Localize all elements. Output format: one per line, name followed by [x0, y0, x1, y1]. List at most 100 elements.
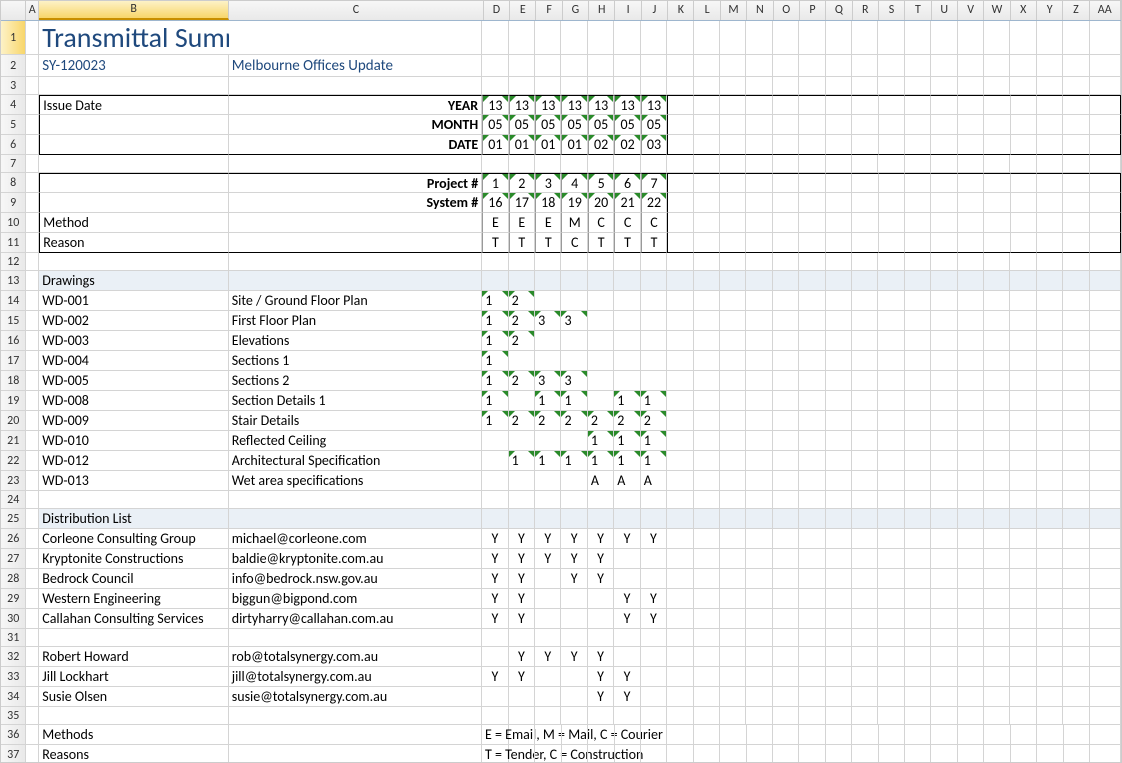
- row-header-6[interactable]: 6: [1, 135, 26, 155]
- row-header-16[interactable]: 16: [1, 331, 26, 351]
- staff-name[interactable]: Susie Olsen: [39, 687, 228, 707]
- drawing-desc[interactable]: First Floor Plan: [229, 311, 483, 331]
- row-header-27[interactable]: 27: [1, 549, 26, 569]
- row-header-29[interactable]: 29: [1, 589, 26, 609]
- row-header-28[interactable]: 28: [1, 569, 26, 589]
- col-header-L[interactable]: L: [694, 1, 720, 20]
- col-header-I[interactable]: I: [615, 1, 641, 20]
- row-header-22[interactable]: 22: [1, 451, 26, 471]
- drawing-desc[interactable]: Sections 2: [229, 371, 483, 391]
- row-header-12[interactable]: 12: [1, 253, 26, 271]
- dist-email[interactable]: info@bedrock.nsw.gov.au: [229, 569, 483, 589]
- row-header-8[interactable]: 8: [1, 173, 26, 193]
- drawing-desc[interactable]: Architectural Specification: [229, 451, 483, 471]
- spreadsheet[interactable]: A B C D E F G H I J K L M N O P Q R S T …: [0, 0, 1122, 763]
- col-header-D[interactable]: D: [484, 1, 510, 20]
- row-header-25[interactable]: 25: [1, 509, 26, 529]
- drawing-code[interactable]: WD-003: [39, 331, 228, 351]
- dist-name[interactable]: Kryptonite Constructions: [39, 549, 228, 569]
- row-header-24[interactable]: 24: [1, 491, 26, 509]
- col-header-V[interactable]: V: [958, 1, 984, 20]
- row-header-36[interactable]: 36: [1, 725, 26, 745]
- staff-email[interactable]: susie@totalsynergy.com.au: [229, 687, 483, 707]
- dist-name[interactable]: Callahan Consulting Services: [39, 609, 228, 629]
- drawing-desc[interactable]: Elevations: [229, 331, 483, 351]
- dist-email[interactable]: dirtyharry@callahan.com.au: [229, 609, 483, 629]
- row-header-1[interactable]: 1: [1, 21, 26, 55]
- grid-body[interactable]: 1Transmittal Summary2SY-120023Melbourne …: [1, 21, 1121, 763]
- drawing-code[interactable]: WD-005: [39, 371, 228, 391]
- col-header-AA[interactable]: AA: [1090, 1, 1121, 20]
- col-header-M[interactable]: M: [721, 1, 747, 20]
- staff-email[interactable]: rob@totalsynergy.com.au: [229, 647, 483, 667]
- col-header-X[interactable]: X: [1011, 1, 1037, 20]
- drawing-desc[interactable]: Wet area specifications: [229, 471, 483, 491]
- row-header-5[interactable]: 5: [1, 115, 26, 135]
- col-header-K[interactable]: K: [668, 1, 694, 20]
- col-header-H[interactable]: H: [589, 1, 615, 20]
- row-header-7[interactable]: 7: [1, 155, 26, 173]
- drawing-code[interactable]: WD-009: [39, 411, 228, 431]
- drawing-code[interactable]: WD-002: [39, 311, 228, 331]
- row-header-31[interactable]: 31: [1, 629, 26, 647]
- dist-email[interactable]: baldie@kryptonite.com.au: [229, 549, 483, 569]
- row-header-32[interactable]: 32: [1, 647, 26, 667]
- staff-name[interactable]: Robert Howard: [39, 647, 228, 667]
- dist-name[interactable]: Western Engineering: [39, 589, 228, 609]
- col-header-F[interactable]: F: [536, 1, 562, 20]
- drawing-desc[interactable]: Reflected Ceiling: [229, 431, 483, 451]
- row-header-37[interactable]: 37: [1, 745, 26, 763]
- row-header-4[interactable]: 4: [1, 95, 26, 115]
- drawing-desc[interactable]: Sections 1: [229, 351, 483, 371]
- row-header-18[interactable]: 18: [1, 371, 26, 391]
- row-header-30[interactable]: 30: [1, 609, 26, 629]
- row-header-19[interactable]: 19: [1, 391, 26, 411]
- row-header-9[interactable]: 9: [1, 193, 26, 213]
- row-header-17[interactable]: 17: [1, 351, 26, 371]
- col-header-W[interactable]: W: [984, 1, 1010, 20]
- staff-name[interactable]: Jill Lockhart: [39, 667, 228, 687]
- col-header-B[interactable]: B: [39, 1, 229, 20]
- col-header-Z[interactable]: Z: [1063, 1, 1089, 20]
- row-header-20[interactable]: 20: [1, 411, 26, 431]
- drawing-code[interactable]: WD-008: [39, 391, 228, 411]
- col-header-R[interactable]: R: [853, 1, 879, 20]
- col-header-P[interactable]: P: [800, 1, 826, 20]
- dist-name[interactable]: Corleone Consulting Group: [39, 529, 228, 549]
- col-header-C[interactable]: C: [229, 1, 484, 20]
- row-header-3[interactable]: 3: [1, 77, 26, 95]
- row-header-2[interactable]: 2: [1, 55, 26, 77]
- staff-email[interactable]: jill@totalsynergy.com.au: [229, 667, 483, 687]
- col-header-S[interactable]: S: [879, 1, 905, 20]
- col-header-Q[interactable]: Q: [826, 1, 852, 20]
- drawing-desc[interactable]: Section Details 1: [229, 391, 483, 411]
- row-header-23[interactable]: 23: [1, 471, 26, 491]
- drawing-code[interactable]: WD-013: [39, 471, 228, 491]
- dist-name[interactable]: Bedrock Council: [39, 569, 228, 589]
- col-header-N[interactable]: N: [747, 1, 773, 20]
- drawing-desc[interactable]: Site / Ground Floor Plan: [229, 291, 483, 311]
- col-header-Y[interactable]: Y: [1037, 1, 1063, 20]
- row-header-10[interactable]: 10: [1, 213, 26, 233]
- col-header-T[interactable]: T: [905, 1, 931, 20]
- col-header-G[interactable]: G: [563, 1, 589, 20]
- row-header-14[interactable]: 14: [1, 291, 26, 311]
- row-header-13[interactable]: 13: [1, 271, 26, 291]
- row-header-35[interactable]: 35: [1, 707, 26, 725]
- drawing-code[interactable]: WD-010: [39, 431, 228, 451]
- drawing-desc[interactable]: Stair Details: [229, 411, 483, 431]
- row-header-15[interactable]: 15: [1, 311, 26, 331]
- col-header-E[interactable]: E: [510, 1, 536, 20]
- drawing-code[interactable]: WD-012: [39, 451, 228, 471]
- row-header-21[interactable]: 21: [1, 431, 26, 451]
- drawing-code[interactable]: WD-004: [39, 351, 228, 371]
- drawing-code[interactable]: WD-001: [39, 291, 228, 311]
- dist-email[interactable]: biggun@bigpond.com: [229, 589, 483, 609]
- col-header-O[interactable]: O: [774, 1, 800, 20]
- row-header-11[interactable]: 11: [1, 233, 26, 253]
- col-header-U[interactable]: U: [932, 1, 958, 20]
- col-header-A[interactable]: A: [26, 1, 39, 20]
- row-header-26[interactable]: 26: [1, 529, 26, 549]
- dist-email[interactable]: michael@corleone.com: [229, 529, 483, 549]
- row-header-34[interactable]: 34: [1, 687, 26, 707]
